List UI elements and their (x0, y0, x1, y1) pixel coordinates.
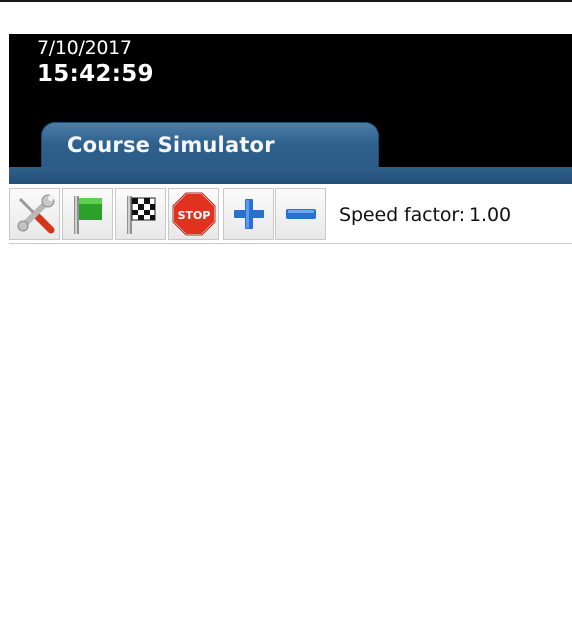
date-display: 7/10/2017 (37, 37, 132, 59)
speed-factor-value: 1.00 (469, 204, 511, 226)
speed-factor-display: Speed factor: 1.00 (339, 204, 511, 226)
speed-factor-label: Speed factor: (339, 204, 466, 226)
stop-sign-text: STOP (177, 209, 210, 222)
time-display: 15:42:59 (37, 61, 154, 87)
stop-sign-icon: STOP (171, 191, 217, 237)
speed-increase-button[interactable] (223, 188, 274, 240)
wrench-screwdriver-icon (13, 192, 57, 236)
tab-label: Course Simulator (67, 133, 275, 157)
tab-course-simulator[interactable]: Course Simulator (41, 122, 379, 171)
green-flag-icon (66, 192, 110, 236)
minus-icon (281, 194, 321, 234)
top-rule (0, 0, 572, 2)
tab-strip (9, 167, 572, 184)
speed-decrease-button[interactable] (275, 188, 326, 240)
settings-tools-button[interactable] (9, 188, 60, 240)
stop-button[interactable]: STOP (168, 188, 219, 240)
toolbar: STOP Speed factor: 1.00 (9, 185, 572, 244)
start-flag-button[interactable] (62, 188, 113, 240)
app-header: 7/10/2017 15:42:59 Course Simulator (9, 34, 572, 184)
finish-flag-button[interactable] (115, 188, 166, 240)
checkered-flag-icon (119, 192, 163, 236)
plus-icon (229, 194, 269, 234)
